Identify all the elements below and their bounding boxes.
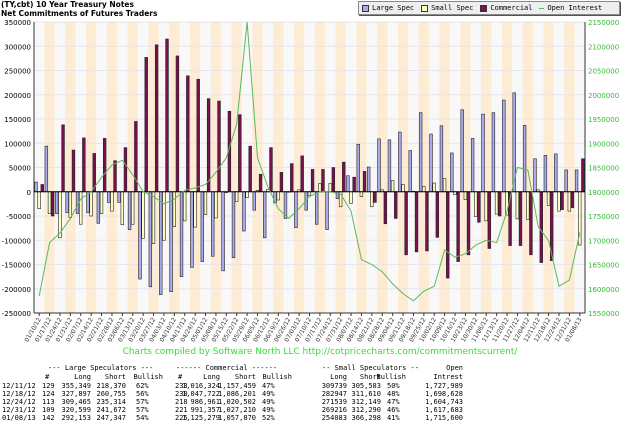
table-cell: 41%	[387, 414, 400, 422]
table-cell: 46%	[387, 406, 400, 414]
table-cell: 57%	[136, 398, 149, 406]
column-header: Bullish	[133, 373, 163, 381]
table-cell: 241,672	[96, 406, 126, 414]
table-cell: 305,583	[351, 382, 381, 390]
table-cell: 62%	[136, 382, 149, 390]
table-cell: 50%	[387, 382, 400, 390]
table-cell: 311,610	[351, 390, 381, 398]
table-cell: 49%	[262, 390, 275, 398]
table-cell: 247,347	[96, 414, 126, 422]
table-cell: 1,086,201	[218, 390, 256, 398]
table-cell: 49%	[262, 398, 275, 406]
table-cell: 52%	[262, 414, 275, 422]
table-cell: 1,027,210	[218, 406, 256, 414]
table-cell: 260,755	[96, 390, 126, 398]
table-cell: 54%	[136, 414, 149, 422]
group-header: Open	[446, 364, 463, 372]
table-cell: 57%	[136, 406, 149, 414]
table-cell: 47%	[262, 382, 275, 390]
group-header: ------ Commercial ------	[176, 364, 278, 372]
table-cell: 1,715,600	[425, 414, 463, 422]
table-cell: 366,298	[351, 414, 381, 422]
column-header: Intrest	[433, 373, 463, 381]
table-cell: 1,604,743	[425, 398, 463, 406]
table-cell: 48%	[387, 390, 400, 398]
cot-table: --- Large Speculators --- ------ Commerci…	[0, 0, 640, 430]
table-cell: 56%	[136, 390, 149, 398]
table-cell: 218,370	[96, 382, 126, 390]
table-cell: 312,149	[351, 398, 381, 406]
table-cell: 1,157,459	[218, 382, 256, 390]
table-cell: 1,020,502	[218, 398, 256, 406]
table-cell: 47%	[387, 398, 400, 406]
table-cell: 312,290	[351, 406, 381, 414]
table-cell: 1,698,628	[425, 390, 463, 398]
table-cell: 1,727,989	[425, 382, 463, 390]
column-header: Bullish	[376, 373, 406, 381]
column-header: Bullish	[262, 373, 292, 381]
table-cell: 49%	[262, 406, 275, 414]
table-cell: 235,314	[96, 398, 126, 406]
group-header: --- Large Speculators ---	[48, 364, 154, 372]
table-cell: 1,617,683	[425, 406, 463, 414]
table-cell: 1,057,870	[218, 414, 256, 422]
